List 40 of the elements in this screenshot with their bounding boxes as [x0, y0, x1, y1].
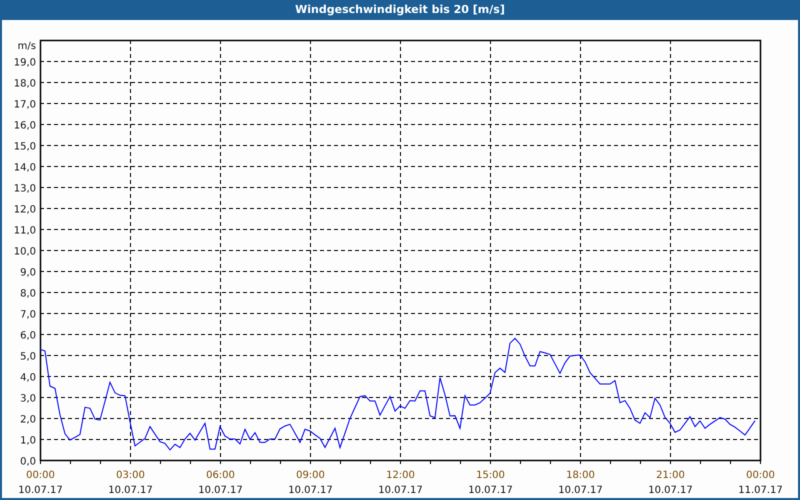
y-axis-label: 7,0: [20, 310, 36, 320]
y-axis-label: 1,0: [20, 436, 36, 446]
x-axis-date-label: 11.07.17: [738, 485, 783, 496]
y-axis-label: 15,0: [14, 142, 36, 152]
y-axis-unit: m/s: [18, 41, 36, 52]
y-axis-label: 2,0: [20, 414, 36, 426]
x-axis-date-label: 10.07.17: [468, 485, 513, 496]
y-axis-label: 13,0: [14, 184, 36, 194]
y-axis-label: 4,0: [20, 372, 36, 384]
x-axis-date-label: 10.07.17: [108, 485, 153, 496]
x-axis-date-label: 10.07.17: [198, 485, 243, 496]
x-axis-time-label: 00:00: [746, 470, 775, 481]
x-axis-date-label: 10.07.17: [558, 485, 603, 496]
y-axis-label: 18,0: [14, 78, 36, 90]
y-axis-label: 5,0: [20, 352, 36, 362]
x-axis-time-label: 06:00: [206, 470, 235, 481]
x-axis-time-label: 09:00: [296, 470, 325, 481]
y-axis-label: 9,0: [20, 268, 36, 278]
x-axis-time-label: 03:00: [116, 470, 145, 481]
x-axis-time-label: 12:00: [386, 470, 415, 481]
y-axis-label: 17,0: [14, 100, 36, 110]
y-axis-label: 10,0: [14, 246, 36, 258]
window-title: Windgeschwindigkeit bis 20 [m/s]: [295, 2, 505, 18]
y-axis-label: 0,0: [20, 456, 36, 468]
x-axis-date-label: 10.07.17: [18, 485, 63, 496]
y-axis-label: 3,0: [20, 394, 36, 404]
y-axis-label: 19,0: [14, 58, 36, 68]
x-axis-date-label: 10.07.17: [648, 485, 693, 496]
y-axis-label: 12,0: [14, 204, 36, 216]
y-axis-label: 6,0: [20, 330, 36, 342]
y-axis-label: 8,0: [20, 288, 36, 300]
y-axis-label: 16,0: [14, 120, 36, 132]
x-axis-date-label: 10.07.17: [378, 485, 423, 496]
x-axis-time-label: 18:00: [566, 470, 595, 481]
x-axis-time-label: 21:00: [656, 470, 685, 481]
y-axis-label: 11,0: [14, 226, 36, 236]
x-axis-date-label: 10.07.17: [288, 485, 333, 496]
x-axis-time-label: 15:00: [476, 470, 505, 481]
y-axis-label: 14,0: [14, 162, 36, 174]
x-axis-time-label: 00:00: [26, 470, 55, 481]
